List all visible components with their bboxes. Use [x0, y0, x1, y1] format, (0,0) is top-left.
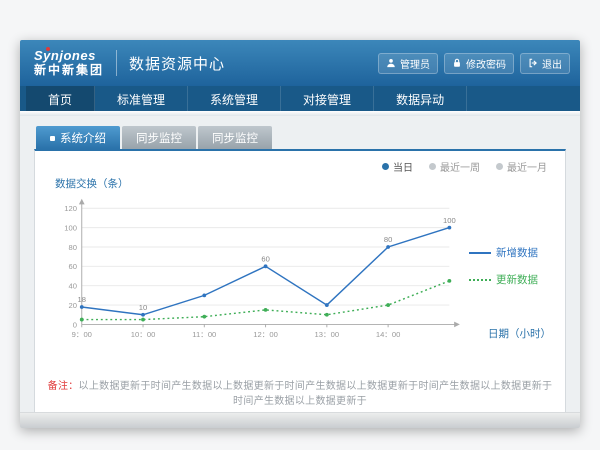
nav-item-system-mgmt[interactable]: 系统管理 [188, 86, 281, 111]
app-window: Synjones 新中新集团 数据资源中心 管理员 修改密码 [20, 40, 580, 428]
filter-dot-icon [496, 163, 503, 170]
filter-dot-icon [382, 163, 389, 170]
main-nav: 首页 标准管理 系统管理 对接管理 数据异动 [20, 86, 580, 111]
svg-text:11：00: 11：00 [192, 330, 216, 339]
svg-text:60: 60 [69, 262, 77, 271]
admin-user-label: 管理员 [400, 56, 430, 71]
filter-last-week[interactable]: 最近一周 [429, 159, 480, 174]
footnote-text: 以上数据更新于时间产生数据以上数据更新于时间产生数据以上数据更新于时间产生数据以… [79, 381, 553, 407]
series-legend: 新增数据 更新数据 [469, 245, 538, 287]
nav-item-data-change[interactable]: 数据异动 [374, 86, 467, 111]
nav-item-standard-mgmt[interactable]: 标准管理 [95, 86, 188, 111]
filter-dot-icon [429, 163, 436, 170]
filter-last-month[interactable]: 最近一月 [496, 159, 547, 174]
chart-area: 0 20 40 60 80 100 120 9：00 10：00 11：00 12：00 13：00 1… [47, 193, 553, 353]
tab-sync-monitor-2[interactable]: 同步监控 [198, 126, 272, 149]
legend-update-data-label: 更新数据 [496, 272, 538, 287]
logout-icon [528, 58, 538, 68]
x-axis-title: 日期（小时） [488, 326, 551, 341]
legend-new-data[interactable]: 新增数据 [469, 245, 538, 260]
line-chart: 0 20 40 60 80 100 120 9：00 10：00 11：00 12：00 13：00 1… [47, 193, 467, 353]
svg-text:14：00: 14：00 [376, 330, 401, 339]
svg-text:100: 100 [64, 223, 77, 232]
svg-text:20: 20 [69, 301, 77, 310]
logo-subtext: 新中新集团 [34, 64, 104, 77]
svg-text:0: 0 [73, 320, 77, 329]
svg-text:10: 10 [139, 303, 147, 312]
svg-text:9：00: 9：00 [72, 330, 92, 339]
legend-new-data-label: 新增数据 [496, 245, 538, 260]
window-footer [20, 412, 580, 428]
filter-today-label: 当日 [393, 159, 413, 174]
brand-logo: Synjones 新中新集团 [30, 49, 104, 76]
header-divider [116, 50, 117, 76]
svg-text:80: 80 [384, 235, 392, 244]
user-icon [386, 58, 396, 68]
page-title: 数据资源中心 [129, 53, 225, 74]
header-actions: 管理员 修改密码 退出 [378, 53, 570, 74]
footnote: 备注：以上数据更新于时间产生数据以上数据更新于时间产生数据以上数据更新于时间产生… [47, 377, 553, 407]
svg-text:10：00: 10：00 [131, 330, 156, 339]
admin-user-button[interactable]: 管理员 [378, 53, 438, 74]
change-password-label: 修改密码 [466, 56, 506, 71]
solid-line-icon [469, 252, 491, 254]
svg-text:40: 40 [69, 282, 77, 291]
logout-label: 退出 [542, 56, 562, 71]
tab-bar: 系统介绍 同步监控 同步监控 [36, 126, 566, 149]
logout-button[interactable]: 退出 [520, 53, 570, 74]
chart-panel: 当日 最近一周 最近一月 数据交换（条） 0 20 40 60 80 100 120 9：00… [34, 149, 566, 412]
filter-last-month-label: 最近一月 [507, 159, 547, 174]
svg-text:13：00: 13：00 [315, 330, 340, 339]
svg-text:120: 120 [64, 204, 77, 213]
tab-sync-monitor-1[interactable]: 同步监控 [122, 126, 196, 149]
dotted-line-icon [469, 279, 491, 281]
svg-text:60: 60 [261, 255, 269, 264]
legend-update-data[interactable]: 更新数据 [469, 272, 538, 287]
range-filters: 当日 最近一周 最近一月 [47, 159, 547, 174]
filter-last-week-label: 最近一周 [440, 159, 480, 174]
nav-item-home[interactable]: 首页 [26, 86, 95, 111]
svg-text:18: 18 [78, 295, 86, 304]
main-content: 系统介绍 同步监控 同步监控 当日 最近一周 最近一月 数据交换（条） [20, 116, 580, 412]
logo-text: Synjones [34, 49, 104, 63]
footnote-prefix: 备注： [48, 381, 79, 392]
app-header: Synjones 新中新集团 数据资源中心 管理员 修改密码 [20, 40, 580, 86]
lock-icon [452, 58, 462, 68]
svg-text:12：00: 12：00 [253, 330, 278, 339]
y-axis-title: 数据交换（条） [55, 176, 553, 191]
nav-item-interface-mgmt[interactable]: 对接管理 [281, 86, 374, 111]
svg-text:100: 100 [443, 216, 456, 225]
filter-today[interactable]: 当日 [382, 159, 413, 174]
change-password-button[interactable]: 修改密码 [444, 53, 514, 74]
svg-text:80: 80 [69, 243, 77, 252]
tab-system-intro[interactable]: 系统介绍 [36, 126, 120, 149]
